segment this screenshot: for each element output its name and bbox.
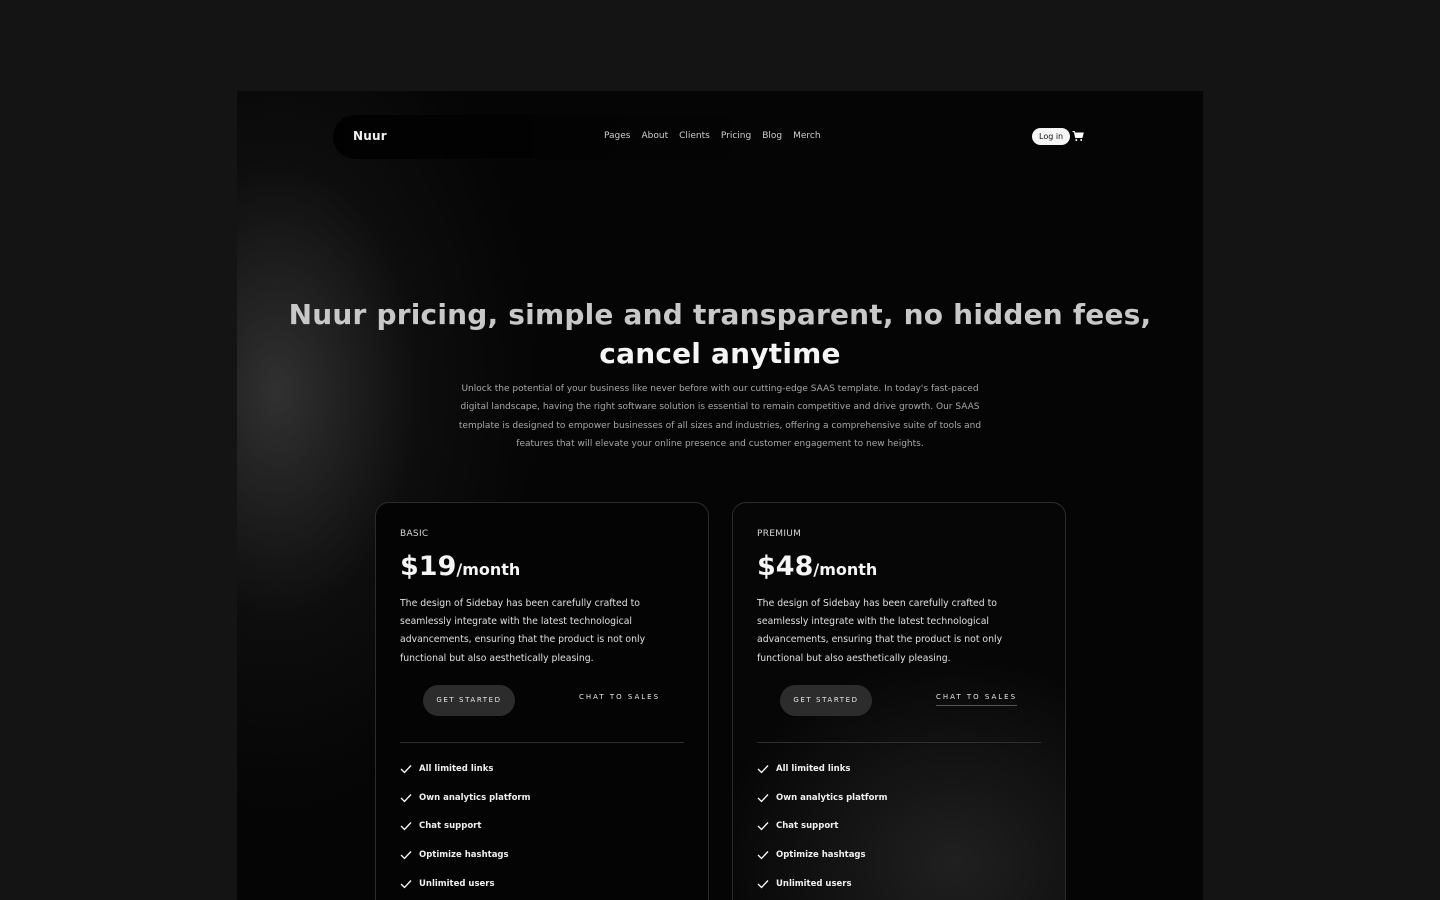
chat-to-sales-link[interactable]: CHAT TO SALES [936,693,1018,706]
feature-label: Chat support [419,821,482,832]
plan-name: PREMIUM [757,529,802,539]
feature-item: All limited links [757,755,887,784]
price-period: /month [456,560,521,579]
check-icon [757,822,769,831]
price-amount: $48 [757,551,814,582]
chat-to-sales-link[interactable]: CHAT TO SALES [579,693,660,705]
feature-item: Optimize hashtags [400,841,530,870]
check-icon [757,851,769,860]
pricing-card-premium: PREMIUM $48/month The design of Sidebay … [732,502,1066,900]
nav-item-clients[interactable]: Clients [679,131,710,141]
feature-label: Unlimited users [419,878,495,889]
nav-item-pricing[interactable]: Pricing [721,131,751,141]
get-started-button[interactable]: GET STARTED [423,685,515,716]
check-icon [757,879,769,889]
page-title-line2: cancel anytime [599,337,841,370]
pricing-card-basic: BASIC $19/month The design of Sidebay ha… [375,502,709,900]
plan-description: The design of Sidebay has been carefully… [757,598,1003,664]
feature-label: Own analytics platform [419,792,531,803]
feature-list: All limited links Own analytics platform… [757,755,887,898]
cart-icon[interactable] [1072,130,1084,142]
nav-item-blog[interactable]: Blog [762,131,782,141]
feature-item: All limited links [400,755,530,784]
price-period: /month [813,560,878,579]
feature-label: All limited links [776,764,851,775]
feature-item: Unlimited users [400,869,530,898]
feature-item: Own analytics platform [400,784,530,813]
nav-item-about[interactable]: About [641,131,668,141]
get-started-button[interactable]: GET STARTED [780,685,872,716]
nav-item-merch[interactable]: Merch [793,131,820,141]
login-button[interactable]: Log in [1032,128,1071,145]
feature-label: All limited links [419,764,494,775]
divider [400,742,684,743]
nav-menu: Pages About Clients Pricing Blog Merch [604,131,821,141]
brand-logo[interactable]: Nuur [353,129,387,143]
check-icon [400,879,412,889]
navbar: Nuur Pages About Clients Pricing Blog Me… [333,115,1085,159]
plan-name: BASIC [400,529,429,539]
feature-list: All limited links Own analytics platform… [400,755,530,898]
divider [757,742,1041,743]
feature-label: Chat support [776,821,839,832]
check-icon [400,851,412,860]
page-title: Nuur pricing, simple and transparent, no… [237,295,1203,373]
feature-item: Own analytics platform [757,784,887,813]
feature-label: Optimize hashtags [776,850,866,861]
feature-item: Chat support [400,812,530,841]
check-icon [400,822,412,831]
plan-price: $19/month [400,551,520,582]
feature-item: Chat support [757,812,887,841]
nav-item-pages[interactable]: Pages [604,131,630,141]
feature-label: Optimize hashtags [419,850,509,861]
check-icon [400,793,412,803]
feature-item: Unlimited users [757,869,887,898]
plan-price: $48/month [757,551,877,582]
feature-item: Optimize hashtags [757,841,887,870]
page-subtitle: Unlock the potential of your business li… [458,384,982,449]
page-frame: Nuur Pages About Clients Pricing Blog Me… [237,91,1203,900]
plan-description: The design of Sidebay has been carefully… [400,598,646,664]
check-icon [757,765,769,774]
check-icon [757,793,769,803]
feature-label: Unlimited users [776,878,852,889]
page-title-line1: Nuur pricing, simple and transparent, no… [288,298,1152,331]
check-icon [400,765,412,774]
price-amount: $19 [400,551,457,582]
feature-label: Own analytics platform [776,792,888,803]
